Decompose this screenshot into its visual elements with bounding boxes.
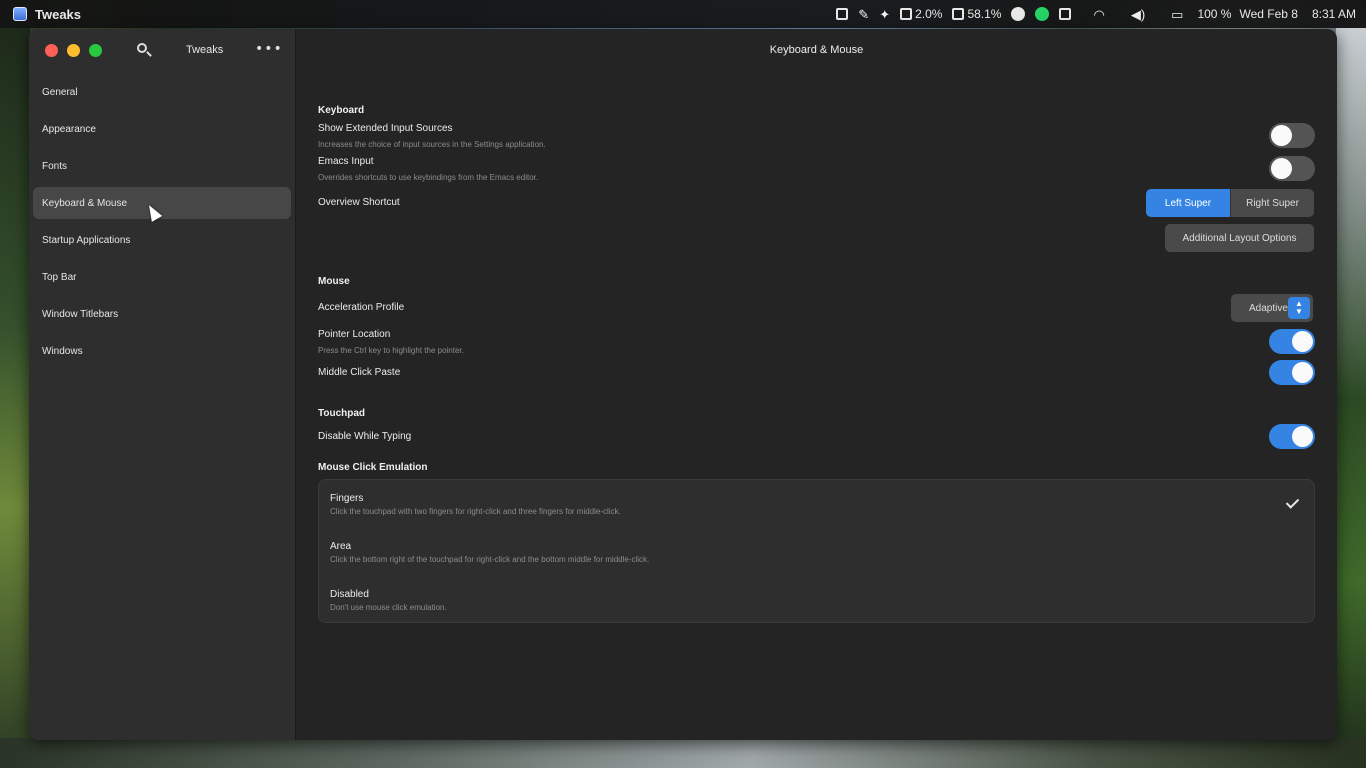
mouse-section-title: Mouse (318, 276, 350, 287)
emacs-input-desc: Overrides shortcuts to use keybindings f… (318, 173, 539, 182)
system-tray: ✎ ✦ 2.0% 58.1% ◠ ◀) ▭ 100 % Wed Feb 8 8:… (826, 0, 1366, 28)
emacs-input-toggle[interactable] (1269, 156, 1315, 181)
windows-icon (836, 8, 849, 20)
volume-icon: ◀) (1130, 6, 1146, 22)
disable-while-typing-toggle[interactable] (1269, 424, 1315, 449)
sidebar-header: Tweaks ••• (29, 29, 295, 73)
click-emulation-list: Fingers Click the touchpad with two fing… (318, 479, 1315, 623)
click-emulation-section-title: Mouse Click Emulation (318, 462, 428, 473)
emacs-input-label: Emacs Input (318, 156, 374, 167)
volume-indicator[interactable]: ◀) (1131, 8, 1145, 21)
sidebar: Tweaks ••• General Appearance Fonts Keyb… (29, 29, 296, 740)
wallpaper-forest-left (0, 28, 30, 768)
pointer-location-desc: Press the Ctrl key to highlight the poin… (318, 346, 464, 355)
page-title: Keyboard & Mouse (769, 44, 864, 56)
window-switch-tray[interactable] (836, 8, 849, 20)
clock-date[interactable]: Wed Feb 8 (1239, 7, 1297, 21)
touchpad-section-title: Touchpad (318, 408, 366, 419)
acceleration-profile-value: Adaptive (1249, 302, 1288, 314)
more-options-icon[interactable]: ••• (255, 41, 283, 57)
memory-usage: 58.1% (967, 7, 1002, 21)
checkmark-icon (1286, 496, 1300, 510)
clipboard-tray[interactable] (1059, 8, 1072, 20)
acceleration-profile-combo[interactable]: Adaptive ▲ ▼ (1231, 294, 1313, 322)
pointer-location-toggle[interactable] (1269, 329, 1315, 354)
sidebar-item-fonts[interactable]: Fonts (33, 150, 291, 182)
minimize-button[interactable] (67, 44, 80, 57)
wifi-indicator[interactable]: ◠ (1093, 8, 1104, 21)
cpu-indicator[interactable]: 2.0% (900, 7, 942, 21)
disable-while-typing-label: Disable While Typing (318, 431, 412, 442)
cpu-usage: 2.0% (915, 7, 943, 21)
clipboard-icon (1059, 8, 1072, 20)
extended-sources-toggle[interactable] (1269, 123, 1315, 148)
sidebar-title: Tweaks (186, 44, 224, 56)
emulation-option-label: Area (330, 541, 352, 552)
extended-sources-label: Show Extended Input Sources (318, 123, 453, 134)
sidebar-item-appearance[interactable]: Appearance (33, 113, 291, 145)
sidebar-item-windows[interactable]: Windows (33, 335, 291, 367)
app-name: Tweaks (35, 6, 82, 22)
sidebar-item-top-bar[interactable]: Top Bar (33, 261, 291, 293)
middle-click-paste-toggle[interactable] (1269, 360, 1315, 385)
overview-shortcut-selector: Left Super Right Super (1146, 189, 1314, 217)
tweaks-window: Tweaks ••• General Appearance Fonts Keyb… (29, 29, 1337, 740)
top-bar: Tweaks ✎ ✦ 2.0% 58.1% ◠ ◀) ▭ 100 % Wed F… (0, 0, 1366, 28)
extensions-tray[interactable]: ✦ (879, 8, 890, 21)
tweaks-app-icon (13, 7, 27, 21)
right-super-button[interactable]: Right Super (1230, 189, 1314, 217)
puzzle-icon: ✦ (879, 6, 891, 22)
emoji-tray[interactable] (1011, 7, 1026, 21)
emulation-option-label: Disabled (330, 589, 369, 600)
sidebar-item-general[interactable]: General (33, 76, 291, 108)
search-icon[interactable] (136, 42, 152, 58)
emulation-option-desc: Click the touchpad with two fingers for … (330, 507, 621, 516)
wallpaper-forest-right (1336, 28, 1366, 768)
sidebar-item-keyboard-mouse[interactable]: Keyboard & Mouse (33, 187, 291, 219)
pointer-location-label: Pointer Location (318, 329, 391, 340)
whatsapp-icon (1035, 7, 1050, 21)
color-picker-tray[interactable]: ✎ (858, 8, 869, 21)
app-menu[interactable]: Tweaks (0, 7, 81, 22)
extended-sources-desc: Increases the choice of input sources in… (318, 140, 546, 149)
wifi-icon: ◠ (1093, 6, 1105, 22)
emulation-option-area[interactable]: Area Click the bottom right of the touch… (330, 541, 649, 564)
clock-time[interactable]: 8:31 AM (1312, 7, 1356, 21)
emulation-option-fingers[interactable]: Fingers Click the touchpad with two fing… (330, 493, 621, 516)
acceleration-profile-label: Acceleration Profile (318, 302, 405, 313)
battery-percent: 100 % (1197, 7, 1232, 21)
emulation-option-disabled[interactable]: Disabled Don't use mouse click emulation… (330, 589, 447, 612)
eyedropper-icon: ✎ (858, 6, 870, 22)
cpu-icon (900, 8, 913, 20)
emulation-option-desc: Don't use mouse click emulation. (330, 603, 447, 612)
up-down-chevron-icon: ▲ ▼ (1288, 297, 1310, 319)
whatsapp-tray[interactable] (1035, 7, 1050, 21)
overview-shortcut-label: Overview Shortcut (318, 197, 400, 208)
battery-icon: ▭ (1171, 6, 1184, 22)
additional-layout-options-button[interactable]: Additional Layout Options (1165, 224, 1314, 252)
emulation-option-label: Fingers (330, 493, 364, 504)
main-panel: Keyboard & Mouse Keyboard Show Extended … (296, 29, 1337, 740)
maximize-button[interactable] (89, 44, 102, 57)
close-button[interactable] (45, 44, 58, 57)
memory-icon (952, 8, 965, 20)
sidebar-list: General Appearance Fonts Keyboard & Mous… (33, 76, 291, 372)
memory-indicator[interactable]: 58.1% (952, 7, 1001, 21)
left-super-button[interactable]: Left Super (1146, 189, 1230, 217)
sidebar-item-window-titlebars[interactable]: Window Titlebars (33, 298, 291, 330)
keyboard-section-title: Keyboard (318, 105, 365, 116)
battery-indicator[interactable]: ▭ (1171, 8, 1183, 21)
sunglasses-icon (1011, 7, 1026, 21)
wallpaper-lake (0, 738, 1366, 768)
middle-click-paste-label: Middle Click Paste (318, 367, 401, 378)
emulation-option-desc: Click the bottom right of the touchpad f… (330, 555, 650, 564)
sidebar-item-startup-applications[interactable]: Startup Applications (33, 224, 291, 256)
